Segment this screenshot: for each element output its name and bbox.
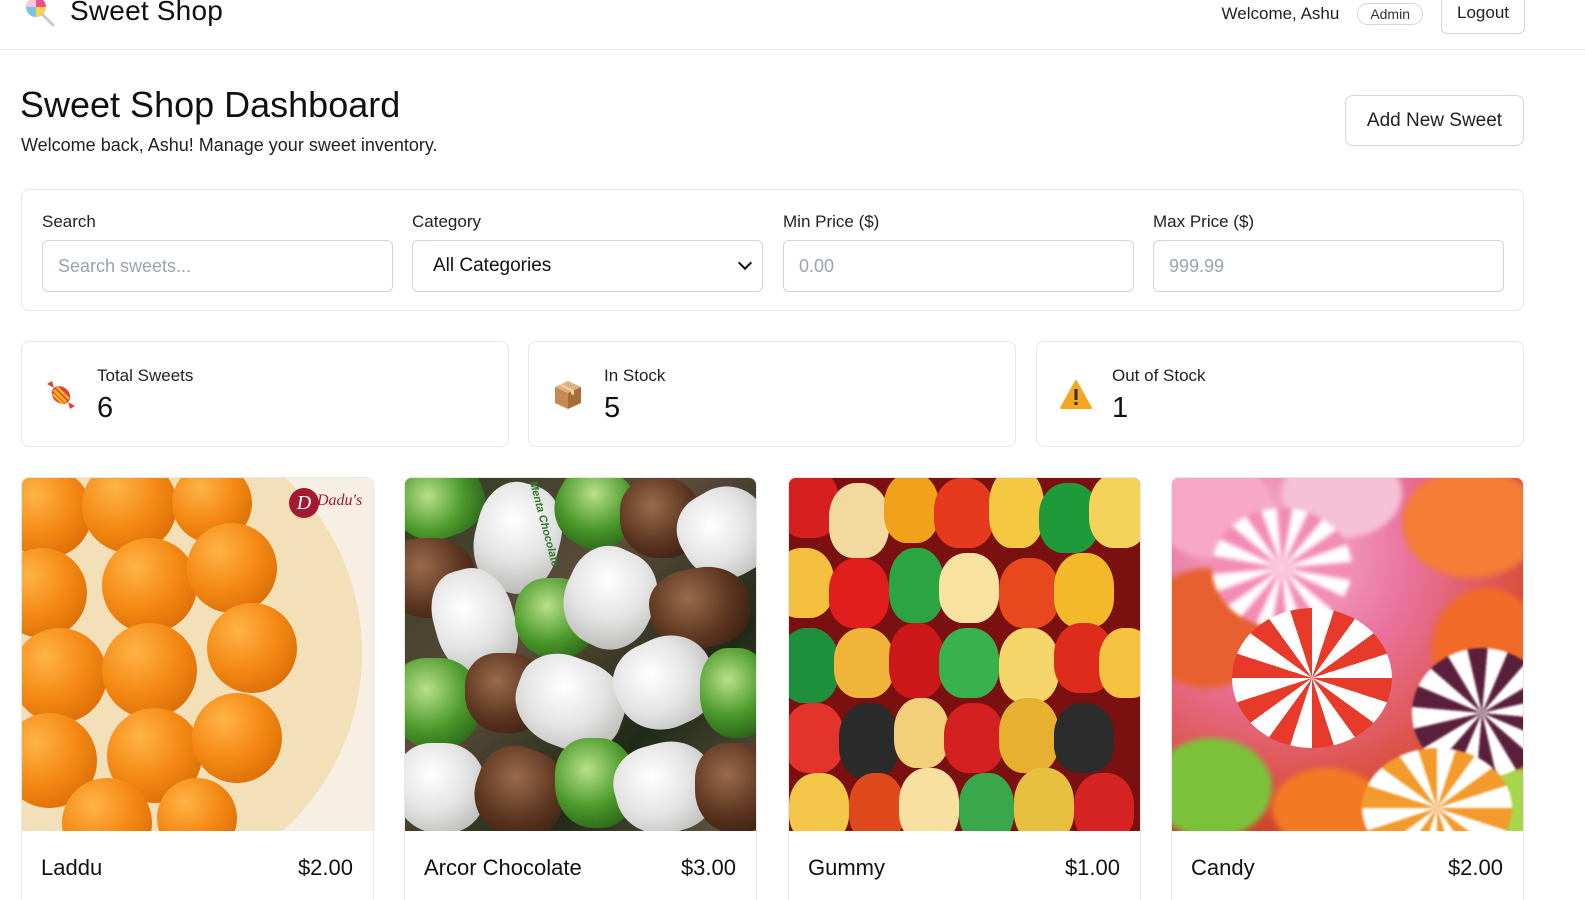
stat-value: 5: [604, 392, 621, 424]
max-price-label: Max Price ($): [1153, 212, 1255, 231]
product-card-gummy[interactable]: Gummy $1.00: [788, 477, 1141, 900]
add-new-sweet-button[interactable]: Add New Sweet: [1345, 95, 1524, 146]
stat-total-sweets: Total Sweets 6: [21, 341, 509, 447]
package-icon: [551, 378, 585, 412]
category-selected-value: All Categories: [433, 255, 552, 276]
search-input[interactable]: [42, 240, 393, 292]
welcome-text: Welcome, Ashu: [1221, 4, 1340, 23]
logout-button[interactable]: Logout: [1441, 0, 1525, 34]
min-price-input[interactable]: [783, 240, 1134, 292]
category-filter: Category All Categories: [412, 212, 763, 292]
candy-image: [1172, 478, 1523, 831]
stat-label: Out of Stock: [1112, 366, 1206, 385]
filters-panel: Search Category All Categories Min Price…: [21, 189, 1524, 311]
brand-logo: D Dadu's: [289, 488, 365, 522]
navbar: Sweet Shop Welcome, Ashu Admin Logout: [0, 0, 1585, 50]
brand-name: Sweet Shop: [70, 0, 223, 26]
search-label: Search: [42, 212, 96, 231]
product-price: $2.00: [1447, 855, 1503, 880]
stat-label: Total Sweets: [97, 366, 194, 385]
category-select[interactable]: All Categories: [412, 240, 763, 292]
product-name: Laddu: [41, 855, 103, 880]
category-label: Category: [412, 212, 481, 231]
brand[interactable]: Sweet Shop: [22, 0, 223, 28]
stat-in-stock: In Stock 5: [528, 341, 1016, 447]
stat-label: In Stock: [604, 366, 666, 385]
candy-icon: [44, 378, 78, 412]
product-name: Arcor Chocolate: [424, 855, 582, 880]
max-price-input[interactable]: [1153, 240, 1504, 292]
role-badge: Admin: [1357, 3, 1423, 25]
max-price-filter: Max Price ($): [1153, 212, 1504, 292]
product-card-arcor-chocolate[interactable]: Menta Chocolate Arcor Chocolate $3.00: [404, 477, 757, 900]
page-subtitle: Welcome back, Ashu! Manage your sweet in…: [21, 135, 438, 155]
user-menu: Welcome, Ashu Admin Logout: [1222, 0, 1525, 34]
product-price: $2.00: [297, 855, 353, 880]
product-name: Gummy: [808, 855, 885, 880]
min-price-label: Min Price ($): [783, 212, 880, 231]
chevron-down-icon: [737, 255, 753, 271]
stat-value: 1: [1112, 392, 1129, 424]
lollipop-icon: [22, 0, 56, 28]
product-card-candy[interactable]: Candy $2.00: [1171, 477, 1524, 900]
search-filter: Search: [42, 212, 393, 292]
stat-out-of-stock: Out of Stock 1: [1036, 341, 1524, 447]
min-price-filter: Min Price ($): [783, 212, 1134, 292]
chocolate-image: Menta Chocolate: [405, 478, 756, 831]
product-card-laddu[interactable]: D Dadu's Laddu $2.00: [21, 477, 374, 900]
laddu-image: D Dadu's: [22, 478, 373, 831]
stat-value: 6: [97, 392, 114, 424]
product-price: $1.00: [1064, 855, 1120, 880]
logo-text: Dadu's: [317, 492, 363, 509]
page-title: Sweet Shop Dashboard: [20, 84, 401, 125]
gummy-image: [789, 478, 1140, 831]
warning-icon: [1059, 378, 1093, 412]
product-price: $3.00: [680, 855, 736, 880]
product-name: Candy: [1191, 855, 1255, 880]
